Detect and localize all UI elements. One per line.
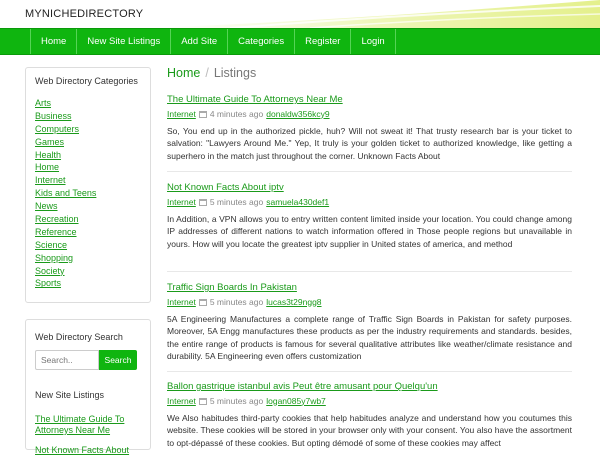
nav-home[interactable]: Home	[30, 29, 78, 54]
search-button[interactable]: Search	[99, 350, 137, 370]
calendar-icon	[198, 110, 207, 118]
category-item: Shopping	[35, 252, 141, 265]
search-input[interactable]	[35, 350, 99, 370]
category-link-computers[interactable]: Computers	[35, 124, 79, 134]
category-link-arts[interactable]: Arts	[35, 98, 51, 108]
category-item: Internet	[35, 174, 141, 187]
nav-register[interactable]: Register	[295, 29, 352, 54]
listing-meta: Internet 5 minutes ago lucas3t29ngg8	[167, 296, 572, 307]
listing-item: Traffic Sign Boards In Pakistan Internet…	[167, 282, 572, 362]
category-link-business[interactable]: Business	[35, 111, 72, 121]
category-link-sports[interactable]: Sports	[35, 278, 61, 288]
category-link-kids-and-teens[interactable]: Kids and Teens	[35, 188, 96, 198]
listing-description: We Also habitudes third-party cookies th…	[167, 413, 572, 448]
search-title: Web Directory Search	[35, 332, 123, 342]
category-item: Kids and Teens	[35, 187, 141, 200]
listing-item: Ballon gastrique istanbul avis Peut être…	[167, 381, 572, 449]
listing-title-link[interactable]: Ballon gastrique istanbul avis Peut être…	[167, 381, 572, 392]
category-item: Arts	[35, 97, 141, 110]
listing-description: So, You end up in the authorized pickle,…	[167, 126, 572, 161]
main-content: Home / Listings The Ultimate Guide To Atto…	[167, 66, 572, 448]
listing-category-link[interactable]: Internet	[167, 297, 196, 307]
nav-categories[interactable]: Categories	[228, 29, 296, 54]
category-item: Health	[35, 149, 141, 162]
listing-time: 5 minutes ago	[209, 196, 264, 207]
listing-meta: Internet 5 minutes ago logan085y7wb7	[167, 395, 572, 406]
category-link-recreation[interactable]: Recreation	[35, 214, 79, 224]
category-link-society[interactable]: Society	[35, 266, 65, 276]
category-item: Sports	[35, 277, 141, 290]
search-form: Search	[35, 350, 141, 370]
category-link-games[interactable]: Games	[35, 137, 64, 147]
calendar-icon	[198, 198, 207, 206]
calendar-icon	[198, 298, 207, 306]
list-item: Not Known Facts About	[35, 445, 141, 456]
listing-description: In Addition, a VPN allows you to entry w…	[167, 214, 572, 249]
listing-divider	[167, 371, 572, 372]
category-item: Science	[35, 239, 141, 252]
listing-category-link[interactable]: Internet	[167, 396, 196, 406]
breadcrumb-current: Listings	[213, 66, 257, 80]
category-link-shopping[interactable]: Shopping	[35, 253, 73, 263]
header-swoosh-decoration	[150, 0, 600, 28]
category-item: Reference	[35, 226, 141, 239]
listing-divider	[167, 271, 572, 272]
listing-meta: Internet 5 minutes ago samuela430def1	[167, 196, 572, 207]
nav-login[interactable]: Login	[351, 29, 396, 54]
listing-divider	[167, 171, 572, 172]
listing-user-link[interactable]: donaldw356kcy9	[266, 109, 329, 119]
listing-title-link[interactable]: Traffic Sign Boards In Pakistan	[167, 282, 572, 293]
category-item: Recreation	[35, 213, 141, 226]
category-item: Society	[35, 265, 141, 278]
listing-user-link[interactable]: logan085y7wb7	[266, 396, 326, 406]
listing-user-link[interactable]: samuela430def1	[266, 197, 329, 207]
calendar-icon	[198, 397, 207, 405]
category-link-health[interactable]: Health	[35, 150, 61, 160]
category-item: Business	[35, 110, 141, 123]
listing-user-link[interactable]: lucas3t29ngg8	[266, 297, 321, 307]
listing-time: 5 minutes ago	[209, 296, 264, 307]
category-item: News	[35, 200, 141, 213]
nav-add-site[interactable]: Add Site	[171, 29, 229, 54]
site-brand[interactable]: MYNICHEDIRECTORY	[25, 8, 143, 20]
category-link-internet[interactable]: Internet	[35, 175, 66, 185]
category-link-news[interactable]: News	[35, 201, 58, 211]
search-panel: Web Directory Search Search New Site Lis…	[25, 319, 151, 455]
new-listing-link[interactable]: Not Known Facts About	[35, 445, 129, 455]
new-listings-title: New Site Listings	[35, 390, 105, 400]
listing-item: The Ultimate Guide To Attorneys Near Me …	[167, 94, 572, 162]
listing-category-link[interactable]: Internet	[167, 109, 196, 119]
category-item: Home	[35, 161, 141, 174]
breadcrumb: Home / Listings	[167, 66, 572, 84]
categories-title: Web Directory Categories	[35, 76, 138, 86]
listing-item: Not Known Facts About iptv Internet 5 mi…	[167, 182, 572, 250]
listing-time: 4 minutes ago	[209, 108, 264, 119]
breadcrumb-home[interactable]: Home	[167, 66, 200, 80]
category-link-science[interactable]: Science	[35, 240, 67, 250]
sidebar: Web Directory Categories Arts Business C…	[25, 67, 151, 455]
listing-title-link[interactable]: The Ultimate Guide To Attorneys Near Me	[167, 94, 572, 105]
breadcrumb-separator: /	[205, 66, 209, 80]
categories-list: Arts Business Computers Games Health Hom…	[35, 97, 141, 290]
nav-menu: Home New Site Listings Add Site Categori…	[30, 29, 396, 56]
category-link-reference[interactable]: Reference	[35, 227, 77, 237]
listing-description: 5A Engineering Manufactures a complete r…	[167, 314, 572, 361]
listing-meta: Internet 4 minutes ago donaldw356kcy9	[167, 108, 572, 119]
listing-category-link[interactable]: Internet	[167, 197, 196, 207]
main-navbar: Home New Site Listings Add Site Categori…	[0, 28, 600, 55]
listing-time: 5 minutes ago	[209, 395, 264, 406]
listing-title-link[interactable]: Not Known Facts About iptv	[167, 182, 572, 193]
category-link-home[interactable]: Home	[35, 162, 59, 172]
category-item: Games	[35, 136, 141, 149]
categories-panel: Web Directory Categories Arts Business C…	[25, 67, 151, 303]
list-item: The Ultimate Guide To Attorneys Near Me	[35, 414, 141, 436]
nav-new-site-listings[interactable]: New Site Listings	[77, 29, 172, 54]
top-header: MYNICHEDIRECTORY	[0, 0, 600, 28]
category-item: Computers	[35, 123, 141, 136]
new-listing-link[interactable]: The Ultimate Guide To Attorneys Near Me	[35, 414, 124, 435]
